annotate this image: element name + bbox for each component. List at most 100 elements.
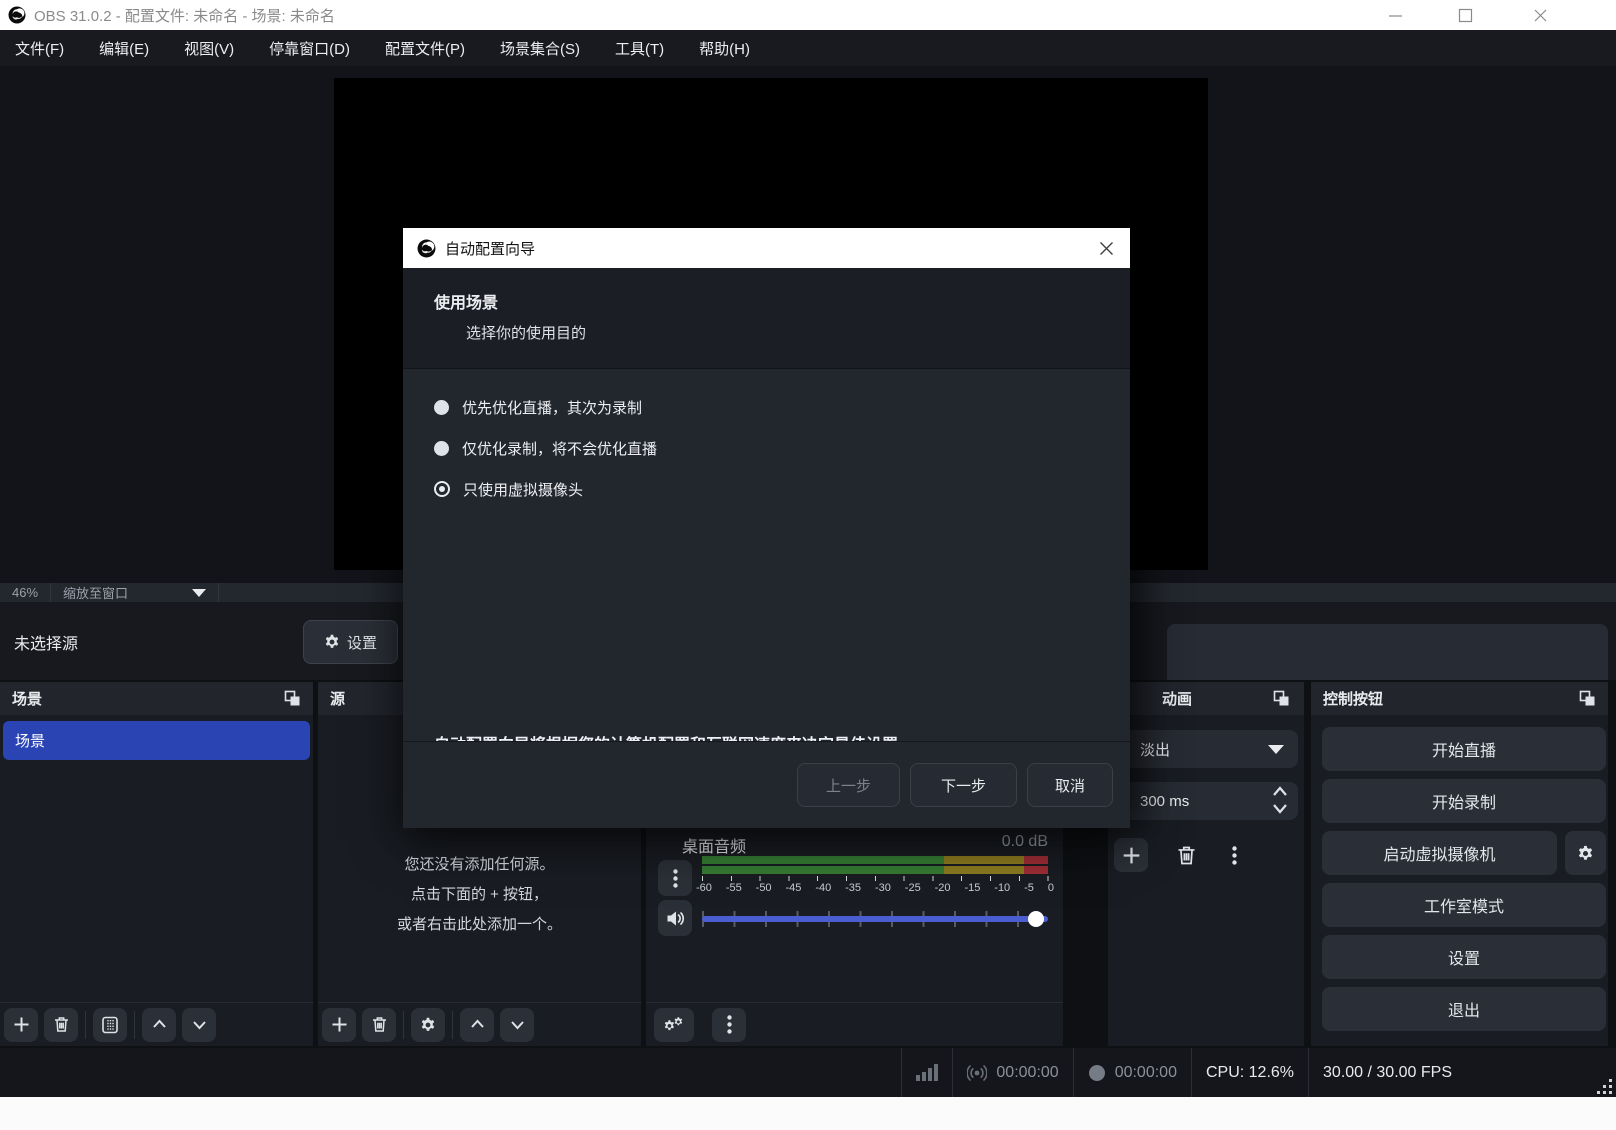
mute-speaker-button[interactable] [658,900,692,936]
menu-edit[interactable]: 编辑(E) [86,30,162,66]
next-button[interactable]: 下一步 [910,763,1017,807]
radio-option-recording[interactable]: 仅优化录制，将不会优化直播 [434,437,1099,459]
remove-scene-button[interactable] [44,1008,78,1042]
zoom-mode-select[interactable]: 缩放至窗口 [51,583,218,602]
volume-slider-handle[interactable] [1028,911,1044,927]
virtual-camera-config-button[interactable] [1565,831,1606,875]
popout-icon[interactable] [1579,690,1596,707]
add-source-button[interactable] [322,1008,356,1042]
resize-grip[interactable] [1597,1079,1613,1095]
settings-button[interactable]: 设置 [1322,935,1606,979]
menu-file[interactable]: 文件(F) [2,30,77,66]
scene-transitions-dock: 动画 淡出 300 ms [1108,682,1304,1046]
stream-timer: 00:00:00 [953,1048,1072,1097]
sources-empty-hint: 您还没有添加任何源。 点击下面的 + 按钮， 或者右击此处添加一个。 [318,850,641,940]
source-properties-label: 设置 [347,632,377,653]
scenes-dock-title: 场景 [12,688,42,709]
move-scene-down-button[interactable] [182,1008,216,1042]
popout-icon[interactable] [284,690,301,707]
mixer-channel-level: 0.0 dB [1002,833,1048,857]
transitions-dock-title: 动画 [1162,688,1192,709]
menu-profile[interactable]: 配置文件(P) [372,30,478,66]
gear-icon [324,634,340,650]
mixer-channel-row: 桌面音频 0.0 dB [682,833,1048,857]
context-bar-right-panel [1167,624,1608,686]
broadcast-icon [967,1064,987,1082]
radio-option-virtual-camera[interactable]: 只使用虚拟摄像头 [434,478,1099,500]
obs-main-window: OBS 31.0.2 - 配置文件: 未命名 - 场景: 未命名 文件(F) 编… [0,0,1616,1130]
dialog-close-button[interactable] [1094,236,1118,260]
wizard-footer: 上一步 下一步 取消 [403,741,1130,828]
mixer-channel-menu-button[interactable] [658,860,692,896]
remove-transition-icon[interactable] [1176,844,1197,867]
menu-scene-collection[interactable]: 场景集合(S) [487,30,593,66]
move-source-down-button[interactable] [500,1008,534,1042]
source-properties-toolbar-button[interactable] [411,1008,445,1042]
remove-source-button[interactable] [362,1008,396,1042]
menu-docks[interactable]: 停靠窗口(D) [256,30,363,66]
exit-button[interactable]: 退出 [1322,987,1606,1031]
popout-icon[interactable] [1273,690,1290,707]
signal-bars-icon [916,1064,938,1081]
volume-meter [702,856,1048,881]
move-scene-up-button[interactable] [142,1008,176,1042]
record-icon [1088,1064,1106,1082]
mixer-menu-button[interactable] [712,1008,746,1042]
auto-config-wizard-dialog: 自动配置向导 使用场景 选择你的使用目的 优先优化直播，其次为录制 仅优化录制，… [403,228,1130,828]
dialog-titlebar: 自动配置向导 [403,228,1130,268]
radio-icon [434,400,449,415]
controls-dock-header: 控制按钮 [1311,682,1608,715]
back-button[interactable]: 上一步 [797,763,900,807]
chevron-down-icon [192,589,206,597]
maximize-button[interactable] [1442,0,1488,30]
transitions-dock-header: 动画 [1108,682,1304,715]
transition-duration-spinner[interactable]: 300 ms [1114,782,1298,820]
scenes-dock-header: 场景 [0,682,313,715]
wizard-step-title: 使用场景 [434,289,1099,313]
start-recording-button[interactable]: 开始录制 [1322,779,1606,823]
wizard-step-header: 使用场景 选择你的使用目的 [403,268,1130,368]
fps-indicator: 30.00 / 30.00 FPS [1309,1048,1466,1097]
radio-option-streaming[interactable]: 优先优化直播，其次为录制 [434,396,1099,418]
sources-toolbar [318,1002,641,1046]
record-timer: 00:00:00 [1074,1048,1191,1097]
move-source-up-button[interactable] [460,1008,494,1042]
scenes-toolbar [0,1002,313,1046]
start-streaming-button[interactable]: 开始直播 [1322,727,1606,771]
scene-list-item-selected[interactable]: 场景 [3,721,310,760]
sources-dock-title: 源 [330,688,345,709]
source-properties-button[interactable]: 设置 [303,620,398,664]
start-virtual-camera-button[interactable]: 启动虚拟摄像机 [1322,831,1557,875]
scenes-dock: 场景 场景 [0,682,313,1046]
spin-up-icon[interactable] [1270,784,1290,799]
add-scene-button[interactable] [4,1008,38,1042]
studio-mode-button[interactable]: 工作室模式 [1322,883,1606,927]
transition-select[interactable]: 淡出 [1114,730,1298,768]
zoom-percent: 46% [0,583,50,602]
mixer-channel-name: 桌面音频 [682,833,746,857]
volume-slider[interactable] [702,910,1048,928]
minimize-button[interactable] [1372,0,1418,30]
add-transition-button[interactable] [1114,838,1148,872]
advanced-audio-properties-button[interactable] [654,1008,694,1042]
menu-view[interactable]: 视图(V) [171,30,247,66]
mixer-toolbar [646,1002,1063,1046]
no-source-label: 未选择源 [14,630,78,654]
cpu-usage: CPU: 12.6% [1192,1048,1308,1097]
transition-menu-icon[interactable] [1232,845,1237,866]
transitions-toolbar [1108,838,1304,876]
radio-selected-icon [434,481,450,497]
wizard-body: 优先优化直播，其次为录制 仅优化录制，将不会优化直播 只使用虚拟摄像头 自动配置… [403,368,1130,741]
menu-tools[interactable]: 工具(T) [602,30,677,66]
controls-dock: 控制按钮 开始直播 开始录制 启动虚拟摄像机 工作室模式 设置 退出 [1311,682,1608,1046]
close-button[interactable] [1517,0,1563,30]
window-title: OBS 31.0.2 - 配置文件: 未命名 - 场景: 未命名 [34,5,335,26]
obs-logo-icon [417,239,436,258]
radio-icon [434,441,449,456]
window-titlebar: OBS 31.0.2 - 配置文件: 未命名 - 场景: 未命名 [0,0,1616,30]
scene-filters-button[interactable] [93,1008,127,1042]
network-status [902,1048,952,1097]
spin-down-icon[interactable] [1270,801,1290,816]
menu-help[interactable]: 帮助(H) [686,30,763,66]
cancel-button[interactable]: 取消 [1027,763,1113,807]
